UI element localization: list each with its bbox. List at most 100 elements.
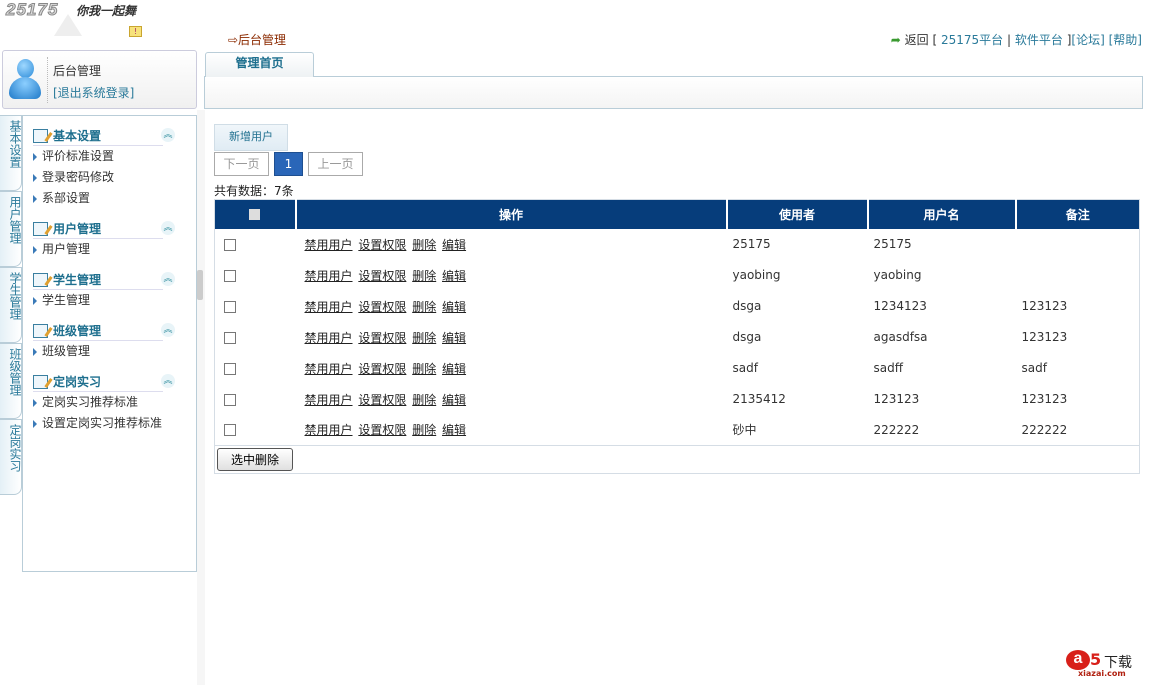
delete-link[interactable]: 删除: [412, 362, 436, 376]
page-1-button[interactable]: 1: [274, 152, 303, 176]
menu-item-department-settings[interactable]: 系部设置: [33, 188, 196, 209]
collapse-icon[interactable]: ︽: [161, 128, 175, 142]
edit-icon: [33, 221, 48, 236]
disable-user-link[interactable]: 禁用用户: [305, 300, 353, 314]
a5-watermark-logo: a5 下载 xiazai.com: [1066, 650, 1146, 680]
disable-user-link[interactable]: 禁用用户: [305, 238, 353, 252]
collapse-icon[interactable]: ︽: [161, 374, 175, 388]
menu-group-users: 用户管理 ︽ 用户管理: [33, 219, 196, 260]
row-checkbox[interactable]: [224, 269, 236, 282]
menu-group-classes: 班级管理 ︽ 班级管理: [33, 321, 196, 362]
sidebar-toggle-handle[interactable]: [197, 270, 203, 300]
menu-group-header[interactable]: 班级管理 ︽: [33, 321, 175, 341]
edit-link[interactable]: 编辑: [442, 331, 466, 345]
menu-item-set-internship-standard[interactable]: 设置定岗实习推荐标准: [33, 413, 196, 434]
select-all-checkbox[interactable]: [249, 209, 261, 221]
vtab-student-management[interactable]: 学生管理: [0, 267, 22, 343]
edit-link[interactable]: 编辑: [442, 423, 466, 437]
row-select-cell: [215, 291, 296, 322]
delete-link[interactable]: 删除: [412, 393, 436, 407]
menu-item-evaluation-standard[interactable]: 评价标准设置: [33, 146, 196, 167]
cell-owner: 25175: [732, 237, 771, 251]
col-remark: 备注: [1015, 199, 1140, 229]
delete-link[interactable]: 删除: [412, 238, 436, 252]
delete-link[interactable]: 删除: [412, 423, 436, 437]
vtab-internship[interactable]: 定岗实习: [0, 419, 22, 495]
collapse-icon[interactable]: ︽: [161, 272, 175, 286]
vtab-user-management[interactable]: 用户管理: [0, 191, 22, 267]
row-checkbox[interactable]: [224, 331, 236, 344]
cell-remark: [1016, 260, 1140, 291]
new-user-button[interactable]: 新增用户: [214, 124, 288, 151]
edit-link[interactable]: 编辑: [442, 238, 466, 252]
breadcrumb: ⇨后台管理: [228, 33, 287, 47]
select-all-header[interactable]: [214, 199, 297, 229]
back-label: 返回: [904, 33, 929, 47]
edit-link[interactable]: 编辑: [442, 300, 466, 314]
disable-user-link[interactable]: 禁用用户: [305, 269, 353, 283]
row-checkbox[interactable]: [224, 424, 236, 437]
row-checkbox[interactable]: [224, 362, 236, 375]
menu-item-user-management[interactable]: 用户管理: [33, 239, 196, 260]
table-row: 禁用用户 设置权限 删除 编辑 yaobing yaobing: [215, 260, 1140, 291]
disable-user-link[interactable]: 禁用用户: [305, 393, 353, 407]
menu-item-change-password[interactable]: 登录密码修改: [33, 167, 196, 188]
tab-admin-home[interactable]: 管理首页: [205, 52, 314, 77]
row-actions: 禁用用户 设置权限 删除 编辑: [296, 229, 727, 260]
next-page-button[interactable]: 下一页: [214, 152, 269, 176]
set-permissions-link[interactable]: 设置权限: [358, 362, 406, 376]
menu-item-student-management[interactable]: 学生管理: [33, 290, 196, 311]
cell-owner: dsga: [732, 330, 762, 344]
edit-link[interactable]: 编辑: [442, 269, 466, 283]
vtab-class-management[interactable]: 班级管理: [0, 343, 22, 419]
table-row: 禁用用户 设置权限 删除 编辑 2135412 123123 123123: [215, 384, 1140, 415]
table-row: 禁用用户 设置权限 删除 编辑 dsga 1234123 123123: [215, 291, 1140, 322]
edit-link[interactable]: 编辑: [442, 362, 466, 376]
menu-group-header[interactable]: 定岗实习 ︽: [33, 372, 175, 392]
set-permissions-link[interactable]: 设置权限: [358, 393, 406, 407]
prev-page-button[interactable]: 上一页: [308, 152, 363, 176]
row-select-cell: [215, 353, 296, 384]
link-software-platform[interactable]: 软件平台: [1015, 33, 1063, 47]
notice-icon[interactable]: !: [129, 26, 142, 37]
link-help[interactable]: [帮助]: [1109, 33, 1142, 47]
logout-link[interactable]: [退出系统登录]: [53, 84, 134, 101]
delete-link[interactable]: 删除: [412, 331, 436, 345]
menu-item-class-management[interactable]: 班级管理: [33, 341, 196, 362]
row-select-cell: [215, 384, 296, 415]
link-25175-platform[interactable]: 25175平台: [941, 33, 1003, 47]
menu-group-header[interactable]: 学生管理 ︽: [33, 270, 175, 290]
cell-remark: 123123: [1021, 299, 1068, 313]
edit-link[interactable]: 编辑: [442, 393, 466, 407]
cell-username: 25175: [873, 237, 912, 251]
set-permissions-link[interactable]: 设置权限: [358, 331, 406, 345]
cell-username: 1234123: [873, 299, 927, 313]
menu-group-header[interactable]: 基本设置 ︽: [33, 126, 175, 146]
collapse-icon[interactable]: ︽: [161, 221, 175, 235]
row-checkbox[interactable]: [224, 393, 236, 406]
menu-group-header[interactable]: 用户管理 ︽: [33, 219, 175, 239]
cell-username: 123123: [873, 392, 920, 406]
delete-selected-button[interactable]: 选中删除: [217, 448, 293, 471]
set-permissions-link[interactable]: 设置权限: [358, 269, 406, 283]
delete-link[interactable]: 删除: [412, 269, 436, 283]
link-forum[interactable]: [论坛]: [1071, 33, 1104, 47]
table-row: 禁用用户 设置权限 删除 编辑 sadf sadff sadf: [215, 353, 1140, 384]
delete-link[interactable]: 删除: [412, 300, 436, 314]
cell-username: agasdfsa: [873, 330, 928, 344]
disable-user-link[interactable]: 禁用用户: [305, 423, 353, 437]
col-username: 用户名: [867, 199, 1017, 229]
set-permissions-link[interactable]: 设置权限: [358, 300, 406, 314]
table-row: 禁用用户 设置权限 删除 编辑 砂中 222222 222222: [215, 415, 1140, 446]
vtab-basic-settings[interactable]: 基本设置: [0, 115, 22, 191]
set-permissions-link[interactable]: 设置权限: [358, 238, 406, 252]
set-permissions-link[interactable]: 设置权限: [358, 423, 406, 437]
collapse-icon[interactable]: ︽: [161, 323, 175, 337]
menu-item-internship-standard[interactable]: 定岗实习推荐标准: [33, 392, 196, 413]
row-select-cell: [215, 260, 296, 291]
disable-user-link[interactable]: 禁用用户: [305, 331, 353, 345]
row-checkbox[interactable]: [224, 300, 236, 313]
disable-user-link[interactable]: 禁用用户: [305, 362, 353, 376]
row-checkbox[interactable]: [224, 238, 236, 251]
top-links: ➦ 返回 [ 25175平台 | 软件平台 ][论坛] [帮助]: [890, 33, 1142, 47]
